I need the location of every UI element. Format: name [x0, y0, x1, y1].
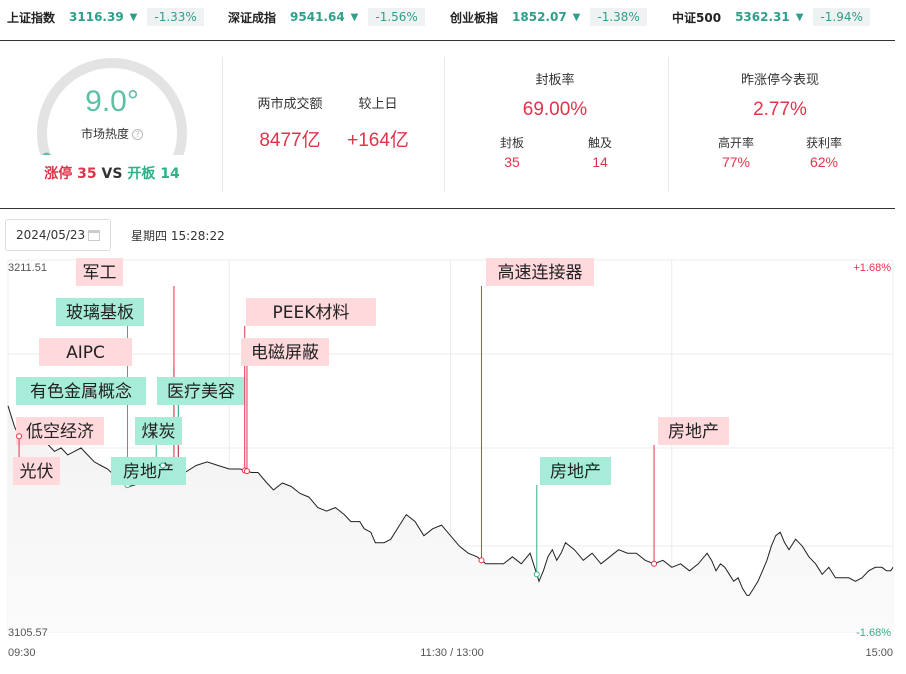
- tag-label: 低空经济: [26, 422, 94, 442]
- yesterday-value: 2.77%: [753, 99, 807, 120]
- limit-up-count: 35: [77, 166, 97, 182]
- tag-point: [651, 560, 658, 567]
- down-arrow-icon: ▼: [572, 11, 581, 23]
- tag-label: 有色金属概念: [30, 381, 132, 402]
- index-bar: 上证指数 3116.39 ▼ -1.33% 深证成指 9541.64 ▼ -1.…: [0, 0, 906, 38]
- tag-label: 煤炭: [142, 422, 176, 442]
- turnover-compare-value: +164亿: [347, 130, 409, 151]
- date-value: 2024/05/23: [16, 228, 86, 242]
- turnover-value: 8477亿: [259, 130, 321, 151]
- tag-label: 房地产: [550, 462, 601, 482]
- divider: [222, 57, 223, 192]
- date-picker[interactable]: 2024/05/23: [5, 219, 111, 251]
- index-name: 上证指数: [7, 10, 56, 25]
- index-name: 中证500: [672, 10, 722, 25]
- turnover-label: 两市成交额: [257, 97, 323, 112]
- concept-tag[interactable]: 房地产: [651, 417, 729, 567]
- index-change-badge: -1.94%: [813, 8, 870, 26]
- tag-point: [533, 571, 540, 578]
- tag-label: 玻璃基板: [66, 303, 134, 323]
- index-name: 深证成指: [228, 10, 277, 25]
- x-label-close: 15:00: [865, 647, 893, 659]
- tag-label: AIPC: [66, 343, 105, 363]
- index-change-badge: -1.33%: [147, 8, 204, 26]
- sealed-label: 封板: [499, 136, 524, 150]
- touched-label: 触及: [587, 136, 612, 150]
- index-name: 创业板指: [450, 10, 499, 25]
- index-value: 5362.31: [735, 10, 790, 24]
- tag-point: [16, 433, 23, 440]
- turnover-compare-label: 较上日: [358, 97, 398, 112]
- x-label-midday: 11:30 / 13:00: [420, 647, 483, 659]
- concept-tag[interactable]: PEEK材料: [241, 298, 376, 474]
- limit-summary: 涨停 35 VS 开板 14: [0, 163, 224, 183]
- open-board-count: 14: [160, 166, 180, 182]
- y-top-label: 3211.51: [8, 262, 47, 274]
- mid-divider: [0, 208, 895, 209]
- touched-value: 14: [592, 154, 608, 170]
- seal-rate-title: 封板率: [535, 73, 575, 88]
- index-item[interactable]: 深证成指 9541.64 ▼ -1.56%: [228, 6, 425, 28]
- index-item[interactable]: 创业板指 1852.07 ▼ -1.38%: [450, 6, 647, 28]
- pct-bottom-label: -1.68%: [856, 627, 891, 639]
- concept-tag[interactable]: 房地产: [111, 457, 186, 485]
- market-stats-panel: 9.0° 市场热度? 涨停 35 VS 开板 14 两市成交额 8477亿 较上…: [0, 41, 906, 208]
- index-change-badge: -1.38%: [590, 8, 647, 26]
- weekday-time: 星期四 15:28:22: [131, 229, 225, 243]
- x-label-open: 09:30: [8, 647, 36, 659]
- index-value: 9541.64: [290, 10, 345, 24]
- high-open-label: 高开率: [717, 136, 754, 150]
- heat-label: 市场热度?: [52, 125, 172, 142]
- tag-label: 军工: [83, 263, 117, 283]
- tag-label: 光伏: [20, 462, 54, 482]
- yesterday-title: 昨涨停今表现: [740, 73, 819, 88]
- calendar-icon[interactable]: [88, 230, 100, 241]
- sealed-value: 35: [504, 154, 520, 170]
- tag-point: [243, 468, 250, 475]
- index-value: 1852.07: [512, 10, 567, 24]
- index-item[interactable]: 上证指数 3116.39 ▼ -1.33%: [7, 6, 204, 28]
- tag-label: 房地产: [123, 462, 174, 482]
- tag-label: 高速连接器: [498, 263, 583, 283]
- divider: [444, 57, 445, 192]
- tag-label: 医疗美容: [167, 382, 235, 402]
- tag-label: 房地产: [668, 422, 719, 442]
- y-bottom-label: 3105.57: [8, 627, 48, 639]
- high-open-value: 77%: [721, 154, 751, 170]
- profit-label: 获利率: [805, 136, 842, 150]
- vs-text: VS: [101, 166, 123, 182]
- down-arrow-icon: ▼: [350, 11, 359, 23]
- index-value: 3116.39: [69, 10, 124, 24]
- heat-label-text: 市场热度: [80, 127, 129, 141]
- tag-point: [478, 557, 485, 564]
- down-arrow-icon: ▼: [795, 11, 804, 23]
- divider: [668, 57, 669, 192]
- seal-rate-value: 69.00%: [522, 99, 588, 120]
- index-change-badge: -1.56%: [368, 8, 425, 26]
- down-arrow-icon: ▼: [129, 11, 138, 23]
- pct-top-label: +1.68%: [853, 262, 891, 274]
- info-circle-icon[interactable]: ?: [132, 129, 143, 140]
- limit-up-label: 涨停: [44, 166, 73, 182]
- profit-value: 62%: [809, 154, 839, 170]
- tag-point: [159, 462, 166, 469]
- heat-value: 9.0°: [85, 85, 139, 118]
- concept-tag[interactable]: 电磁屏蔽: [241, 338, 329, 475]
- intraday-chart[interactable]: 军工玻璃基板 AIPC 有色金属概念 医疗美容低空经济 煤炭光伏 房地产 PEEK材料电磁屏…: [0, 258, 906, 670]
- tag-label: 电磁屏蔽: [251, 343, 319, 363]
- index-item[interactable]: 中证500 5362.31 ▼ -1.94%: [672, 6, 870, 28]
- open-board-label: 开板: [127, 166, 156, 182]
- tag-label: PEEK材料: [273, 303, 350, 323]
